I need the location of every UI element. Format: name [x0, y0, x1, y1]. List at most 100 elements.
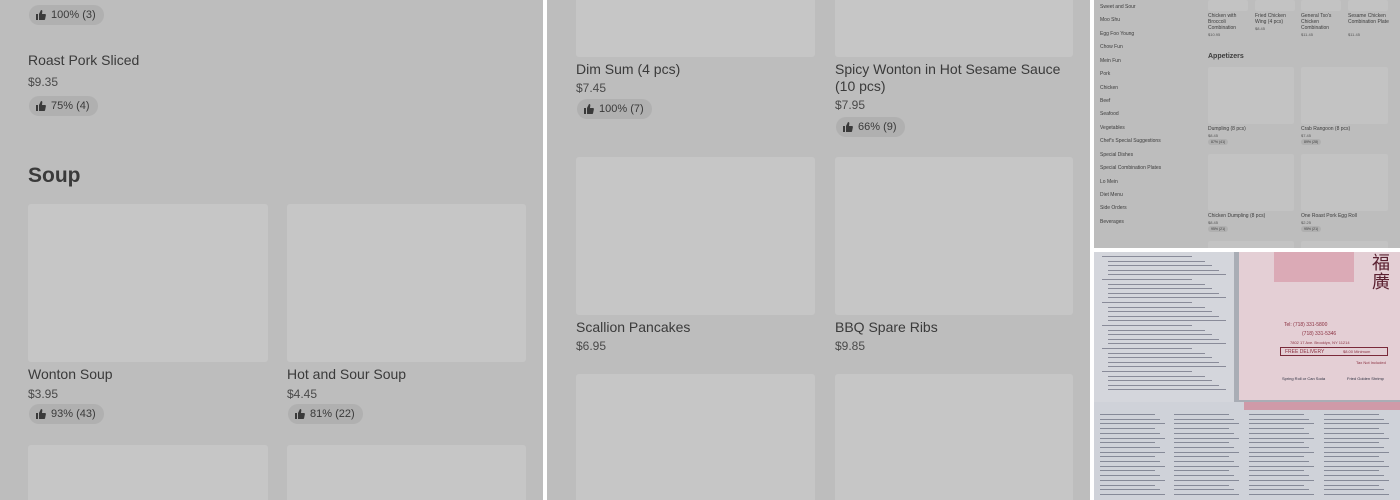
category-link[interactable]: Chicken: [1100, 85, 1118, 91]
menu-text-line: [1249, 484, 1304, 486]
menu-photo[interactable]: Tel: (718) 331-5800 (718) 331-5346 7802 …: [1094, 252, 1400, 500]
menu-text-line: [1108, 338, 1219, 340]
rating-badge: 66% (9): [836, 117, 905, 137]
menu-text-line: [1100, 451, 1165, 453]
menu-text-line: [1174, 489, 1234, 491]
item-name[interactable]: Wonton Soup: [28, 366, 113, 382]
item-image-placeholder[interactable]: [28, 445, 268, 500]
menu-text-line: [1100, 428, 1155, 430]
menu-text-line: [1108, 320, 1226, 322]
item-price: $10.95: [1208, 32, 1221, 37]
section-title-appetizers: Appetizers: [1208, 53, 1244, 60]
item-image-placeholder[interactable]: [1208, 0, 1248, 11]
thumbs-up-icon: [36, 101, 46, 111]
category-link[interactable]: Sweet and Sour: [1100, 4, 1136, 10]
item-name[interactable]: BBQ Spare Ribs: [835, 319, 938, 335]
menu-text-line: [1108, 380, 1212, 382]
menu-text-line: [1324, 456, 1379, 458]
category-link[interactable]: Seafood: [1100, 111, 1119, 117]
menu-text-line: [1108, 260, 1205, 262]
menu-text-line: [1249, 451, 1314, 453]
item-name[interactable]: Roast Pork Sliced: [28, 52, 139, 68]
item-name[interactable]: Dumpling (8 pcs): [1208, 126, 1298, 132]
item-image-placeholder[interactable]: [835, 374, 1073, 500]
menu-text-line: [1249, 442, 1304, 444]
menu-text-line: [1174, 456, 1229, 458]
menu-text-line: [1100, 470, 1155, 472]
menu-text-line: [1324, 484, 1379, 486]
menu-text-line: [1102, 325, 1192, 326]
menu-text-line: [1108, 384, 1219, 386]
menu-text-line: [1324, 446, 1384, 448]
menu-pink-stripe: [1244, 402, 1400, 410]
item-name[interactable]: Spicy Wonton in Hot Sesame Sauce (10 pcs…: [835, 61, 1075, 95]
category-link[interactable]: Beef: [1100, 98, 1110, 104]
category-link[interactable]: Pork: [1100, 71, 1110, 77]
menu-text-line: [1324, 423, 1389, 425]
item-name[interactable]: Chicken Dumpling (8 pcs): [1208, 213, 1298, 219]
menu-text-line: [1324, 465, 1389, 467]
item-image-placeholder[interactable]: [1301, 241, 1388, 248]
menu-text-line: [1108, 306, 1205, 308]
menu-text-line: [1249, 418, 1309, 420]
category-link[interactable]: Beverages: [1100, 219, 1124, 225]
item-image-placeholder[interactable]: [835, 0, 1073, 57]
item-name[interactable]: One Roast Pork Egg Roll: [1301, 213, 1391, 219]
category-link[interactable]: Diet Menu: [1100, 192, 1123, 198]
item-image-placeholder[interactable]: [1208, 154, 1294, 211]
menu-text-line: [1174, 475, 1234, 477]
category-link[interactable]: Side Orders: [1100, 205, 1127, 211]
category-link[interactable]: Moo Shu: [1100, 17, 1120, 23]
item-image-placeholder[interactable]: [576, 374, 815, 500]
menu-text-line: [1249, 456, 1304, 458]
item-price: $7.45: [576, 81, 607, 95]
item-name[interactable]: Hot and Sour Soup: [287, 366, 406, 382]
thumbs-up-icon: [584, 104, 594, 114]
menu-text-line: [1102, 302, 1192, 303]
item-name[interactable]: Fried Chicken Wing (4 pcs): [1255, 13, 1297, 25]
menu-text-line: [1249, 461, 1309, 462]
item-name[interactable]: Scallion Pancakes: [576, 319, 690, 335]
delivery-banner-text: FREE DELIVERY: [1285, 349, 1325, 355]
category-link[interactable]: Mein Fun: [1100, 58, 1121, 64]
menu-text-line: [1174, 451, 1239, 453]
item-name[interactable]: Chicken with Broccoli Combination: [1208, 13, 1250, 31]
menu-text-line: [1108, 274, 1226, 276]
menu-text-line: [1324, 437, 1389, 439]
item-image-placeholder[interactable]: [835, 157, 1073, 315]
rating-badge: 100% (3): [29, 5, 104, 25]
menu-text-line: [1324, 418, 1384, 420]
item-name[interactable]: Dim Sum (4 pcs): [576, 61, 680, 77]
item-price: $6.95: [576, 339, 607, 353]
item-image-placeholder[interactable]: [28, 204, 268, 362]
item-image-placeholder[interactable]: [287, 445, 526, 500]
menu-text-line: [1174, 461, 1234, 462]
item-image-placeholder[interactable]: [1301, 0, 1341, 11]
category-link[interactable]: Chow Fun: [1100, 44, 1123, 50]
item-image-placeholder[interactable]: [576, 157, 815, 315]
menu-text-line: [1174, 418, 1234, 420]
item-image-placeholder[interactable]: [1301, 154, 1388, 211]
category-link[interactable]: Special Dishes: [1100, 152, 1133, 158]
item-name[interactable]: General Tso's Chicken Combination: [1301, 13, 1343, 31]
item-name[interactable]: Crab Rangoon (8 pcs): [1301, 126, 1391, 132]
item-price: $7.95: [835, 98, 866, 112]
item-name[interactable]: Sesame Chicken Combination Plate: [1348, 13, 1390, 25]
item-image-placeholder[interactable]: [1255, 0, 1295, 11]
phone-number: (718) 331-5346: [1302, 331, 1337, 337]
item-image-placeholder[interactable]: [287, 204, 526, 362]
item-image-placeholder[interactable]: [1301, 67, 1388, 124]
item-image-placeholder[interactable]: [576, 0, 815, 57]
category-link[interactable]: Egg Foo Young: [1100, 31, 1134, 37]
menu-text-line: [1108, 292, 1219, 294]
item-image-placeholder[interactable]: [1208, 67, 1294, 124]
category-link[interactable]: Vegetables: [1100, 125, 1125, 131]
thumbs-up-icon: [295, 409, 305, 419]
category-link[interactable]: Special Combination Plates: [1100, 165, 1161, 171]
item-image-placeholder[interactable]: [1208, 241, 1294, 248]
category-link[interactable]: Chef's Special Suggestions: [1100, 138, 1161, 144]
category-link[interactable]: Lo Mein: [1100, 179, 1118, 185]
menu-text-line: [1100, 418, 1160, 420]
item-image-placeholder[interactable]: [1348, 0, 1388, 11]
menu-text-line: [1100, 456, 1155, 458]
